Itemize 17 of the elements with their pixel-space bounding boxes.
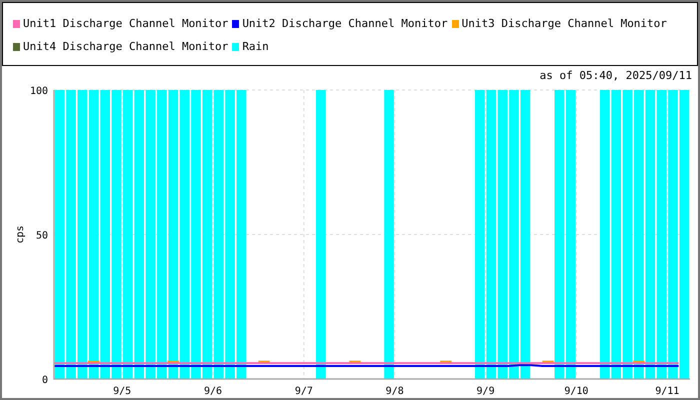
y-tick-label: 50 [36, 230, 48, 242]
y-tick-label: 0 [42, 375, 48, 386]
legend-label: Unit4 Discharge Channel Monitor [23, 40, 228, 53]
y-tick-label: 100 [30, 86, 48, 97]
x-tick-label: 9/7 [294, 386, 313, 396]
x-tick-label: 9/9 [476, 386, 495, 396]
x-tick-label: 9/6 [204, 386, 222, 396]
x-tick-label: 9/11 [655, 386, 680, 396]
x-tick-label: 9/8 [386, 386, 404, 396]
legend-label: Unit3 Discharge Channel Monitor [462, 17, 667, 30]
legend-label: Unit1 Discharge Channel Monitor [23, 17, 228, 30]
legend-label: Unit2 Discharge Channel Monitor [242, 17, 448, 30]
legend-label: Rain [242, 40, 269, 53]
x-tick-label: 9/5 [113, 386, 132, 396]
timestamp-label: as of 05:40, 2025/09/11 [538, 68, 693, 84]
x-tick-label: 9/10 [564, 386, 588, 396]
y-axis-label: cps [15, 225, 26, 244]
